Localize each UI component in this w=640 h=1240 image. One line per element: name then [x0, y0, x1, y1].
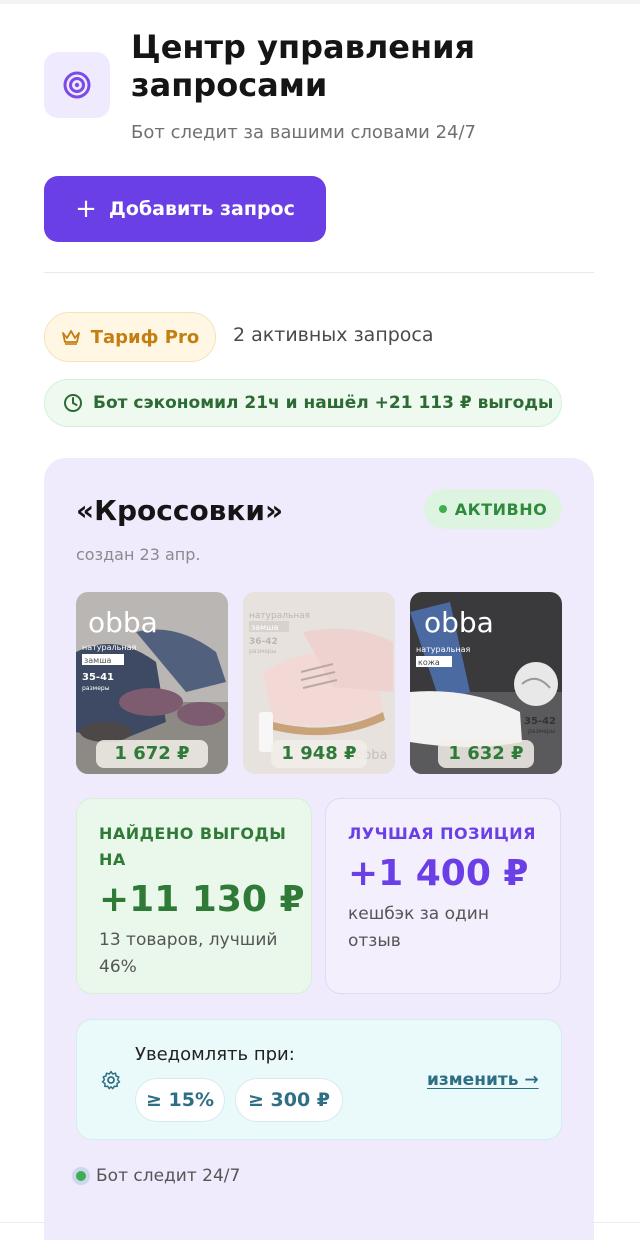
top-divider [0, 0, 640, 4]
product-sizes-label: размеры [528, 728, 556, 735]
notify-settings: Уведомлять при: ≥ 15% ≥ 300 ₽ изменить → [76, 1019, 562, 1140]
found-savings-stat: НАЙДЕНО ВЫГОДЫ НА +11 130 ₽ 13 товаров, … [76, 798, 312, 994]
add-request-button[interactable]: + Добавить запрос [44, 176, 326, 242]
product-sizes-label: размеры [82, 685, 110, 692]
status-label: АКТИВНО [454, 499, 548, 519]
tracking-label: Бот следит 24/7 [96, 1166, 241, 1186]
page-title: Центр управления запросами [131, 28, 476, 104]
product-sizes-label: размеры [249, 648, 277, 655]
brand-logo: obba [88, 606, 158, 639]
status-badge: АКТИВНО [424, 489, 562, 529]
tracking-status: Бот следит 24/7 [72, 1166, 240, 1186]
product-material: кожа [418, 658, 440, 667]
product-material: замша [251, 623, 279, 632]
threshold-amount-chip[interactable]: ≥ 300 ₽ [235, 1078, 343, 1122]
found-savings-note: 13 товаров, лучший 46% [99, 930, 278, 977]
product-price: 1 632 ₽ [448, 743, 524, 764]
status-dot-icon [72, 1167, 90, 1185]
product-tag: натуральная [82, 643, 136, 652]
best-position-label: ЛУЧШАЯ ПОЗИЦИЯ [348, 824, 536, 843]
threshold-percent-chip[interactable]: ≥ 15% [135, 1078, 225, 1122]
status-dot-icon [438, 505, 447, 513]
divider [44, 272, 594, 273]
found-savings-value: +11 130 ₽ [99, 879, 305, 920]
product-price: 1 672 ₽ [114, 743, 190, 764]
crown-icon [61, 330, 80, 345]
target-icon [44, 52, 110, 118]
savings-banner: Бот сэкономил 21ч и нашёл +21 113 ₽ выго… [44, 379, 562, 427]
best-position-note: кешбэк за один отзыв [348, 904, 489, 951]
best-position-stat: ЛУЧШАЯ ПОЗИЦИЯ +1 400 ₽ кешбэк за один о… [325, 798, 561, 994]
page-header: Центр управления запросами Бот следит за… [44, 28, 604, 158]
page-subtitle: Бот следит за вашими словами 24/7 [131, 122, 476, 143]
add-request-label: Добавить запрос [108, 198, 295, 220]
request-title: «Кроссовки» [76, 494, 284, 527]
product-card[interactable]: натуральная замша 36-42 размеры obba 1 9… [243, 592, 395, 774]
product-material: замша [84, 656, 112, 665]
gear-icon [101, 1070, 121, 1090]
savings-text: Бот сэкономил 21ч и нашёл +21 113 ₽ выго… [93, 393, 554, 413]
change-link[interactable]: изменить → [427, 1070, 539, 1090]
product-card[interactable]: obba натуральная кожа 35-42 размеры 1 63… [410, 592, 562, 774]
bottom-divider [0, 1222, 640, 1223]
product-tag: натуральная [249, 611, 310, 621]
clock-icon [64, 394, 82, 412]
tariff-badge[interactable]: Тариф Pro [44, 312, 216, 362]
tariff-label: Тариф Pro [90, 326, 200, 348]
product-sizes: 36-42 [249, 637, 278, 647]
best-position-value: +1 400 ₽ [348, 853, 529, 894]
request-card: «Кроссовки» АКТИВНО создан 23 апр. obba … [44, 458, 594, 1240]
product-tag: натуральная [416, 645, 470, 654]
product-sizes: 35-42 [524, 716, 556, 727]
product-sizes: 35-41 [82, 672, 114, 683]
notify-label: Уведомлять при: [135, 1044, 295, 1065]
product-card[interactable]: obba натуральная замша 35-41 размеры 1 6… [76, 592, 228, 774]
found-savings-label: НАЙДЕНО ВЫГОДЫ НА [99, 824, 287, 869]
brand-logo: obba [424, 606, 494, 639]
active-requests-count: 2 активных запроса [233, 324, 434, 346]
product-price: 1 948 ₽ [281, 743, 357, 764]
request-created-date: создан 23 апр. [76, 545, 201, 564]
plus-icon: + [75, 194, 97, 224]
